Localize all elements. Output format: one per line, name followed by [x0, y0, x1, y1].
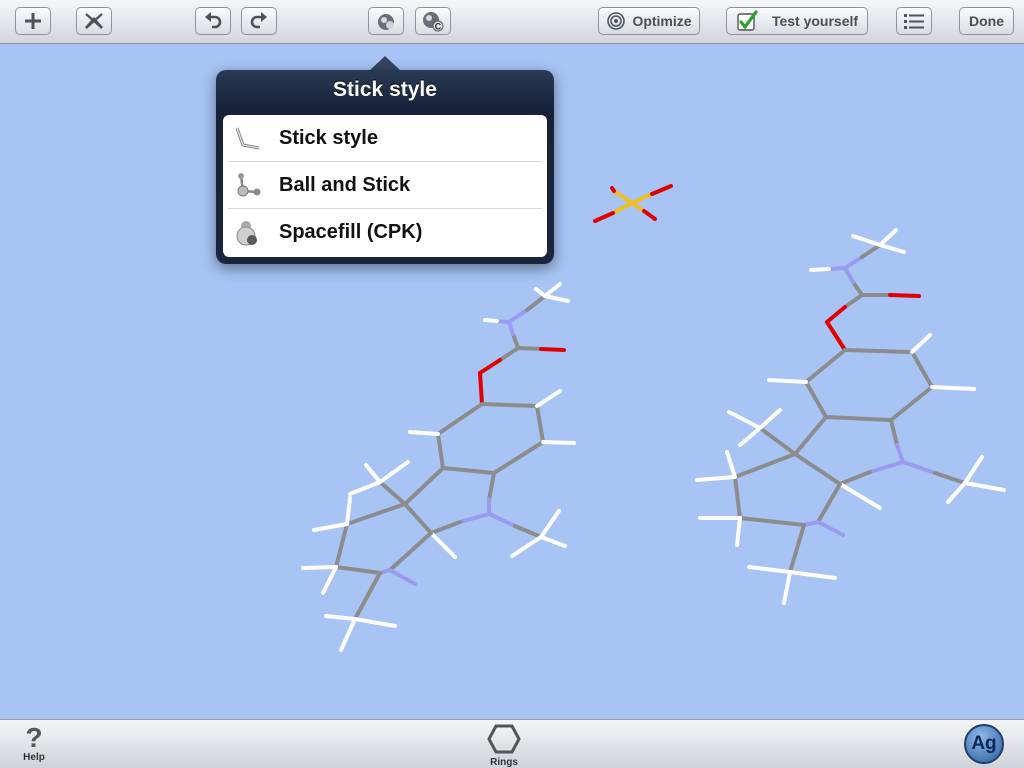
- carbon-label-button[interactable]: C: [415, 7, 451, 35]
- done-label: Done: [969, 13, 1004, 29]
- popover-arrow: [369, 56, 401, 71]
- list-button[interactable]: [896, 7, 932, 35]
- clear-button[interactable]: [76, 7, 112, 35]
- carbon-glyph: C: [435, 22, 442, 32]
- option-stick-style[interactable]: Stick style: [228, 115, 542, 162]
- done-button[interactable]: Done: [959, 7, 1014, 35]
- undo-icon: [205, 12, 222, 29]
- top-toolbar: C Optimize Test yourself Done: [0, 0, 1024, 44]
- test-yourself-button[interactable]: Test yourself: [726, 7, 868, 35]
- option-ball-and-stick[interactable]: Ball and Stick: [228, 162, 542, 209]
- option-label: Spacefill (CPK): [279, 221, 423, 243]
- bottom-toolbar: ? Help Rings Ag: [0, 719, 1024, 768]
- option-label: Ball and Stick: [279, 173, 411, 196]
- optimize-label: Optimize: [632, 13, 692, 29]
- target-icon: [607, 12, 626, 30]
- carbon-label-icon: C: [423, 12, 444, 32]
- atom-style-icon: [378, 14, 394, 30]
- optimize-button[interactable]: Optimize: [598, 7, 700, 35]
- ag-logo: Ag: [964, 724, 1004, 764]
- small-fragment[interactable]: [593, 184, 673, 223]
- ag-button[interactable]: Ag: [964, 724, 1006, 766]
- ball-and-stick-icon: [230, 167, 266, 203]
- stick-style-icon: [230, 120, 266, 156]
- list-icon: [904, 14, 924, 29]
- plus-icon: [25, 13, 41, 29]
- help-icon: ?: [25, 722, 43, 753]
- checkbox-checked-icon: [737, 10, 758, 31]
- rings-button[interactable]: Rings: [480, 724, 528, 768]
- help-button[interactable]: ? Help: [16, 722, 52, 764]
- popover-title: Stick style: [333, 78, 437, 101]
- option-label: Stick style: [279, 126, 378, 149]
- option-spacefill[interactable]: Spacefill (CPK): [228, 209, 542, 256]
- style-popover: Stick style Stick style Ball and Stick S…: [216, 70, 554, 264]
- help-label: Help: [23, 752, 45, 763]
- add-button[interactable]: [15, 7, 51, 35]
- test-yourself-label: Test yourself: [771, 13, 859, 29]
- rings-label: Rings: [490, 757, 518, 768]
- molecule-left[interactable]: [301, 282, 576, 652]
- undo-button[interactable]: [195, 7, 231, 35]
- spacefill-icon: [230, 215, 266, 251]
- clear-icon: [85, 13, 103, 29]
- molecule-right[interactable]: [695, 228, 1006, 605]
- style-options-list: Stick style Ball and Stick Spacefill (CP…: [223, 115, 547, 257]
- hexagon-icon: [487, 724, 521, 754]
- redo-button[interactable]: [241, 7, 277, 35]
- redo-icon: [250, 12, 267, 29]
- atom-style-button[interactable]: [368, 7, 404, 35]
